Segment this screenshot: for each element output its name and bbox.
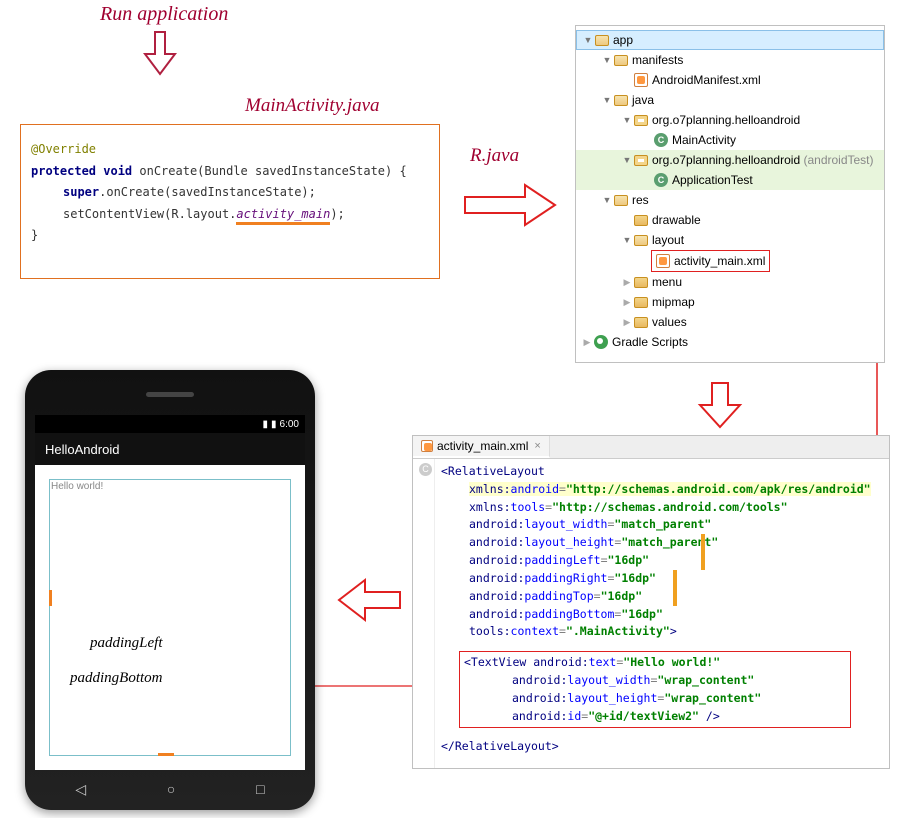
phone-nav-bar: ◁ ○ □: [35, 778, 305, 800]
tree-file-activity-main-xml[interactable]: activity_main.xml: [576, 251, 738, 271]
phone-screen: ▮ 6:00 HelloAndroid Hello world! padding…: [35, 415, 305, 770]
phone-mockup: ▮ 6:00 HelloAndroid Hello world! padding…: [25, 370, 315, 810]
folder-icon: [614, 195, 628, 206]
tree-label: layout: [652, 230, 684, 250]
run-application-label: Run application: [100, 3, 228, 26]
tree-node-res[interactable]: res: [576, 190, 884, 210]
tree-label-dim: (androidTest): [803, 150, 873, 170]
back-icon[interactable]: ◁: [75, 781, 86, 798]
tree-node-manifests[interactable]: manifests: [576, 50, 884, 70]
tree-node-package-test[interactable]: org.o7planning.helloandroid (androidTest…: [576, 150, 884, 170]
recents-icon[interactable]: □: [256, 781, 264, 797]
code-keyword: protected void: [31, 164, 132, 178]
r-java-label: R.java: [470, 145, 519, 167]
battery-icon: ▮: [271, 419, 277, 430]
code-text: }: [31, 225, 429, 247]
folder-icon: [634, 317, 648, 328]
xml-file-icon: [656, 254, 670, 268]
tree-label: Gradle Scripts: [612, 332, 688, 352]
paddingleft-callout: paddingLeft: [90, 635, 163, 652]
package-icon: [634, 115, 648, 126]
home-icon[interactable]: ○: [167, 781, 175, 797]
arrow-down-icon: [695, 380, 745, 430]
tree-node-package-main[interactable]: org.o7planning.helloandroid: [576, 110, 884, 130]
tree-label: MainActivity: [672, 130, 736, 150]
folder-icon: [614, 55, 628, 66]
app-title: HelloAndroid: [45, 442, 119, 457]
class-icon: [654, 133, 668, 147]
xml-file-icon: [421, 440, 433, 452]
folder-icon: [614, 95, 628, 106]
hello-world-textview: Hello world!: [51, 481, 103, 492]
change-marker-icon: [673, 570, 677, 606]
tree-file-mainactivity[interactable]: MainActivity: [576, 130, 884, 150]
folder-icon: [634, 215, 648, 226]
xml-code-area[interactable]: <RelativeLayout xmlns:android="http://sc…: [435, 459, 889, 768]
tree-node-values[interactable]: values: [576, 312, 884, 332]
code-keyword: super: [63, 185, 99, 199]
signal-icon: [263, 419, 269, 430]
tree-label: org.o7planning.helloandroid: [652, 110, 800, 130]
clock-text: 6:00: [280, 419, 299, 430]
tree-node-gradle-scripts[interactable]: Gradle Scripts: [576, 332, 884, 352]
tree-node-app[interactable]: app: [576, 30, 884, 50]
tree-node-mipmap[interactable]: mipmap: [576, 292, 884, 312]
arrow-right-icon: [460, 180, 560, 230]
package-icon: [634, 155, 648, 166]
tree-label: res: [632, 190, 649, 210]
tree-label: app: [613, 30, 633, 50]
gradle-icon: [594, 335, 608, 349]
layout-bounds-outline: [49, 479, 291, 756]
class-icon: [654, 173, 668, 187]
tree-label: drawable: [652, 210, 701, 230]
change-marker-icon: [701, 534, 705, 570]
java-code-snippet: @Override protected void onCreate(Bundle…: [20, 124, 440, 279]
tree-label: values: [652, 312, 687, 332]
code-text: onCreate(Bundle savedInstanceState) {: [132, 164, 407, 178]
tree-node-layout[interactable]: layout: [576, 230, 884, 250]
tab-label: activity_main.xml: [437, 439, 528, 453]
tree-label: activity_main.xml: [674, 251, 765, 271]
tree-label: org.o7planning.helloandroid: [652, 150, 800, 170]
folder-icon: [634, 277, 648, 288]
xml-file-icon: [634, 73, 648, 87]
tree-label: java: [632, 90, 654, 110]
tree-label: mipmap: [652, 292, 695, 312]
tree-node-java[interactable]: java: [576, 90, 884, 110]
tree-file-applicationtest[interactable]: ApplicationTest: [576, 170, 884, 190]
gutter-class-icon: C: [419, 463, 432, 476]
code-reference-activity-main: activity_main: [236, 207, 330, 225]
xml-closing-tag: </RelativeLayout>: [441, 739, 559, 753]
arrow-down-icon: [140, 30, 180, 78]
editor-tab-activity-main[interactable]: activity_main.xml ×: [413, 436, 550, 458]
tree-node-menu[interactable]: menu: [576, 272, 884, 292]
status-bar: ▮ 6:00: [35, 415, 305, 433]
xml-editor: activity_main.xml × C <RelativeLayout xml…: [412, 435, 890, 769]
paddingbottom-callout: paddingBottom: [70, 670, 163, 687]
folder-icon: [634, 297, 648, 308]
mainactivity-java-label: MainActivity.java: [245, 95, 380, 117]
xml-tag: <RelativeLayout: [441, 464, 545, 478]
tree-file-androidmanifest[interactable]: AndroidManifest.xml: [576, 70, 884, 90]
phone-speaker-icon: [146, 392, 194, 397]
tree-label: ApplicationTest: [672, 170, 753, 190]
app-title-bar: HelloAndroid: [35, 433, 305, 465]
code-text: setContentView(R.layout.: [63, 207, 236, 221]
textview-block-highlight: <TextView android:text="Hello world!" an…: [459, 651, 851, 728]
code-text: );: [330, 207, 344, 221]
close-icon[interactable]: ×: [534, 440, 540, 452]
project-tree: app manifests AndroidManifest.xml java o…: [575, 25, 885, 363]
folder-icon: [634, 235, 648, 246]
tree-label: menu: [652, 272, 682, 292]
tree-label: manifests: [632, 50, 683, 70]
tree-label: AndroidManifest.xml: [652, 70, 761, 90]
code-annotation: @Override: [31, 142, 96, 156]
tree-node-drawable[interactable]: drawable: [576, 210, 884, 230]
code-text: .onCreate(savedInstanceState);: [99, 185, 316, 199]
module-icon: [595, 35, 609, 46]
